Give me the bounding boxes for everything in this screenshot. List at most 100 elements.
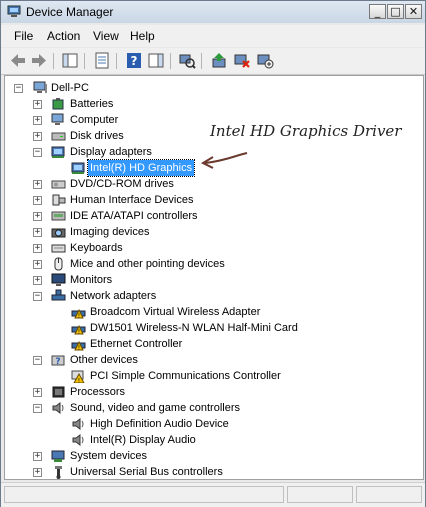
tree-item[interactable]: −? Other devices [11, 352, 411, 368]
tree-item[interactable]: + Monitors [11, 272, 411, 288]
expand-toggle[interactable]: + [33, 100, 42, 109]
expand-toggle[interactable]: + [33, 116, 42, 125]
menu-help[interactable]: Help [130, 29, 155, 43]
unknown-device-warning-icon: ! [71, 370, 85, 383]
tree-item[interactable]: + Keyboards [11, 240, 411, 256]
battery-icon [52, 98, 64, 110]
monitor-icon [51, 273, 66, 286]
menu-view[interactable]: View [93, 29, 119, 43]
status-panel-2 [287, 486, 353, 503]
collapse-toggle[interactable]: − [33, 148, 42, 157]
tree-item-label: Processors [70, 386, 126, 398]
tree-item-label: Keyboards [70, 242, 123, 254]
tree-item[interactable]: + Processors [11, 384, 411, 400]
network-warning-icon: ! [71, 340, 86, 352]
menu-bar: File Action View Help [1, 25, 425, 47]
update-driver-icon[interactable] [210, 52, 228, 69]
action-pane-icon[interactable] [147, 52, 165, 69]
tree-item[interactable]: − Sound, video and game controllers [11, 400, 411, 416]
svg-text:?: ? [131, 54, 138, 68]
tree-item[interactable]: + IDE ATA/ATAPI controllers [11, 208, 411, 224]
unknown-device-icon: ? [51, 355, 65, 367]
speaker-icon [72, 434, 84, 446]
tree-item-label: Batteries [70, 98, 114, 110]
properties-icon[interactable] [93, 52, 111, 69]
tree-item[interactable]: ! Broadcom Virtual Wireless Adapter [11, 304, 411, 320]
tree-item-label: Mice and other pointing devices [70, 258, 225, 270]
display-adapter-icon [51, 146, 65, 158]
forward-icon[interactable] [30, 52, 48, 69]
tree-item[interactable]: + System devices [11, 448, 411, 464]
network-warning-icon: ! [71, 324, 86, 335]
expand-toggle[interactable]: + [33, 244, 42, 253]
collapse-toggle[interactable]: − [33, 292, 42, 301]
tree-item[interactable]: + Imaging devices [11, 224, 411, 240]
tree-item[interactable]: Intel(R) Display Audio [11, 432, 411, 448]
tree-item[interactable]: ! DW1501 Wireless-N WLAN Half-Mini Card [11, 320, 411, 336]
expand-toggle[interactable]: + [33, 388, 42, 397]
console-tree-icon[interactable] [61, 52, 79, 69]
collapse-toggle[interactable]: − [33, 404, 42, 413]
tree-item[interactable]: + Universal Serial Bus controllers [11, 464, 411, 479]
tree-item-label: Monitors [70, 274, 113, 286]
expand-toggle[interactable]: + [33, 180, 42, 189]
tree-item[interactable]: − Network adapters [11, 288, 411, 304]
expand-toggle[interactable]: + [33, 212, 42, 221]
svg-text:!: ! [78, 345, 80, 352]
computer-icon [51, 113, 64, 125]
expand-toggle[interactable]: + [33, 276, 42, 285]
device-manager-icon [7, 5, 21, 17]
tree-item-label: Universal Serial Bus controllers [70, 466, 223, 478]
annotation-text: Intel HD Graphics Driver [210, 122, 402, 140]
tree-item-label: Display adapters [70, 146, 152, 158]
help-icon[interactable]: ? [125, 52, 143, 69]
maximize-button[interactable]: □ [387, 4, 404, 19]
tree-item-label: Ethernet Controller [90, 338, 183, 350]
tree-item[interactable]: + Human Interface Devices [11, 192, 411, 208]
root-collapse-toggle[interactable]: − [14, 84, 23, 93]
window-title: Device Manager [26, 5, 114, 19]
tree-item[interactable]: + DVD/CD-ROM drives [11, 176, 411, 192]
keyboard-icon [51, 244, 66, 253]
minimize-button[interactable]: _ [369, 4, 386, 19]
expand-toggle[interactable]: + [33, 228, 42, 237]
network-adapter-icon [51, 289, 66, 301]
tree-item-label: System devices [70, 450, 148, 462]
device-manager-window: Device Manager _ □ ✕ File Action View He… [0, 0, 426, 507]
back-icon[interactable] [9, 52, 27, 69]
expand-toggle[interactable]: + [33, 132, 42, 141]
svg-text:?: ? [55, 357, 60, 367]
tree-item-label: Sound, video and game controllers [70, 402, 240, 414]
tree-item-label: Computer [70, 114, 119, 126]
close-button[interactable]: ✕ [405, 4, 422, 19]
tree-root[interactable]: − Dell-PC [11, 80, 211, 96]
tree-item[interactable]: + Mice and other pointing devices [11, 256, 411, 272]
camera-icon [51, 228, 66, 238]
collapse-toggle[interactable]: − [33, 356, 42, 365]
expand-toggle[interactable]: + [33, 452, 42, 461]
tree-item-label: High Definition Audio Device [90, 418, 229, 430]
tree-item[interactable]: ! Ethernet Controller [11, 336, 411, 352]
tree-item-label: Imaging devices [70, 226, 150, 238]
dvd-drive-icon [51, 180, 66, 189]
system-device-icon [51, 450, 65, 462]
ide-controller-icon [51, 211, 66, 221]
tree-item-label: IDE ATA/ATAPI controllers [70, 210, 198, 222]
expand-toggle[interactable]: + [33, 260, 42, 269]
expand-toggle[interactable]: + [33, 196, 42, 205]
tree-root-label: Dell-PC [51, 82, 89, 94]
tree-item-label: Intel(R) Display Audio [90, 434, 196, 446]
hid-icon [52, 194, 66, 206]
expand-toggle[interactable]: + [33, 468, 42, 477]
title-bar[interactable]: Device Manager _ □ ✕ [1, 1, 425, 23]
tree-item[interactable]: + Batteries [11, 96, 411, 112]
scan-hardware-icon[interactable] [178, 52, 196, 69]
menu-file[interactable]: File [14, 29, 33, 43]
tree-item[interactable]: High Definition Audio Device [11, 416, 411, 432]
tree-item-label: Other devices [70, 354, 138, 366]
tree-item-label: PCI Simple Communications Controller [90, 370, 281, 382]
uninstall-icon[interactable] [233, 52, 251, 69]
menu-action[interactable]: Action [47, 29, 80, 43]
disable-icon[interactable] [256, 52, 274, 69]
tree-item[interactable]: ! PCI Simple Communications Controller [11, 368, 411, 384]
